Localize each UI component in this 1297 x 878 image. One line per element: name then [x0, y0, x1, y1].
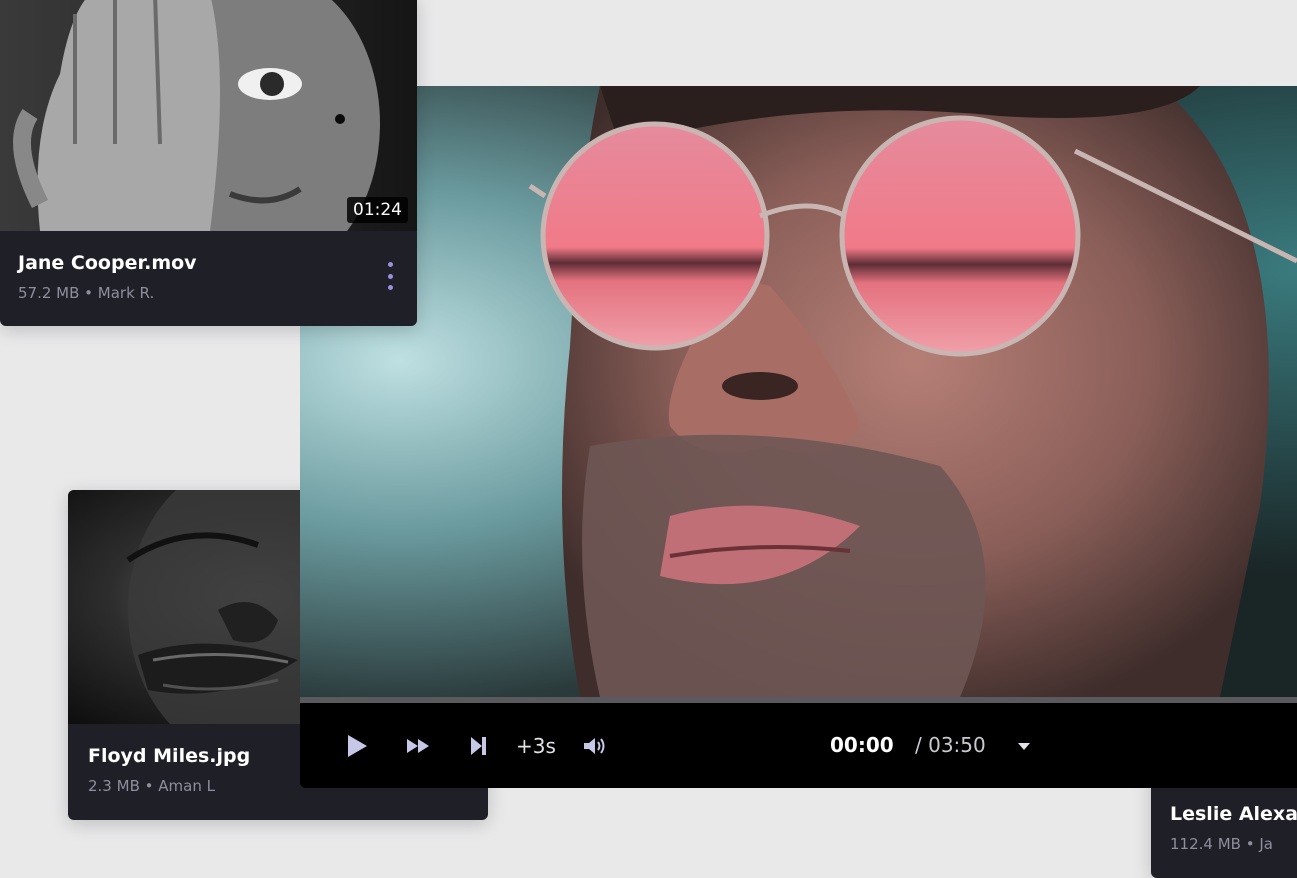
- card-meta: 2.3 MB • Aman L: [88, 777, 215, 795]
- skip-3s-label: +3s: [516, 734, 556, 758]
- meta-separator: •: [1240, 835, 1260, 853]
- play-button[interactable]: [346, 733, 368, 759]
- skip-next-icon: [471, 737, 486, 755]
- media-card-jane[interactable]: 01:24 Jane Cooper.mov 57.2 MB • Mark R.: [0, 0, 417, 326]
- file-size: 2.3 MB: [88, 777, 140, 795]
- file-size: 112.4 MB: [1170, 835, 1241, 853]
- thumbnail-image: 01:24: [0, 0, 417, 231]
- kebab-dot: [387, 285, 393, 290]
- card-meta: 112.4 MB • Ja: [1170, 835, 1273, 853]
- play-icon: [348, 735, 367, 757]
- more-options-icon[interactable]: [385, 262, 395, 290]
- kebab-dot: [387, 273, 393, 279]
- meta-separator: •: [79, 284, 98, 302]
- card-title: Floyd Miles.jpg: [88, 745, 251, 767]
- volume-icon: [584, 738, 605, 754]
- current-time: 00:00: [830, 733, 894, 757]
- meta-separator: •: [139, 777, 159, 795]
- card-meta: 57.2 MB • Mark R.: [18, 284, 154, 302]
- card-title: Jane Cooper.mov: [18, 252, 197, 274]
- skip-3s-button[interactable]: +3s: [516, 733, 556, 759]
- duration-badge: 01:24: [347, 197, 408, 223]
- owner-name: Aman L: [158, 777, 215, 795]
- card-title: Leslie Alexan: [1170, 803, 1297, 825]
- skip-next-button[interactable]: [470, 733, 488, 759]
- kebab-dot: [387, 262, 393, 267]
- file-size: 57.2 MB: [18, 284, 80, 302]
- volume-button[interactable]: [582, 733, 608, 759]
- video-frame[interactable]: [300, 86, 1297, 697]
- total-duration: / 03:50: [915, 733, 986, 757]
- fast-forward-icon: [407, 739, 429, 753]
- video-player[interactable]: +3s 00:00 / 03:50: [300, 86, 1297, 788]
- owner-name: Ja: [1259, 835, 1273, 853]
- player-controls: +3s 00:00 / 03:50: [300, 703, 1297, 788]
- chevron-down-icon[interactable]: [1018, 743, 1030, 750]
- fast-forward-button[interactable]: [406, 733, 432, 759]
- owner-name: Mark R.: [97, 284, 155, 302]
